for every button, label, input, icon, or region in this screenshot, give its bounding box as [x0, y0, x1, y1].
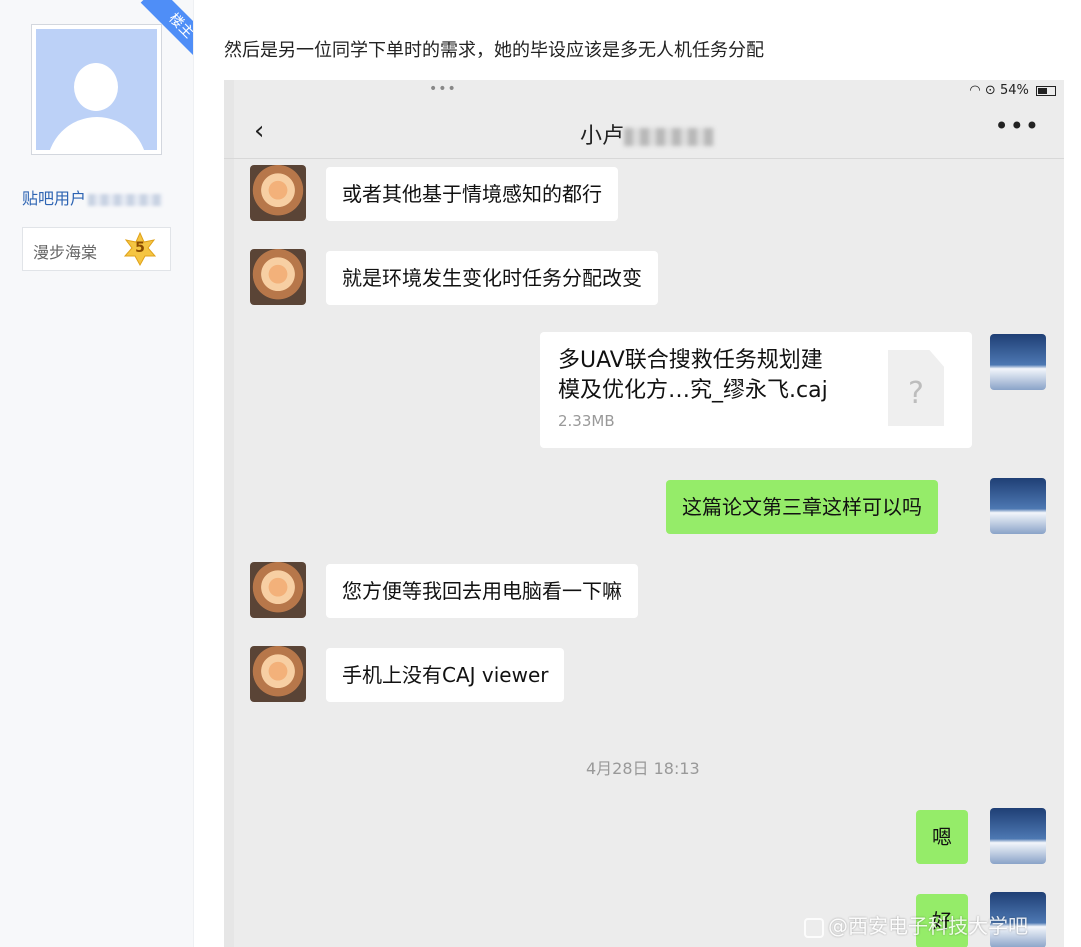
file-name: 多UAV联合搜救任务规划建 模及优化方…究_缪永飞.caj [558, 348, 828, 403]
contact-avatar [250, 646, 306, 702]
self-avatar [990, 478, 1046, 534]
chat-title: 小卢 [580, 118, 715, 150]
author-name[interactable]: 贴吧用户 [22, 185, 163, 209]
redacted-name-blur [88, 193, 163, 206]
author-panel: 楼主 贴吧用户 漫步海棠 5 [0, 0, 194, 947]
message-bubble-incoming: 您方便等我回去用电脑看一下嘛 [326, 564, 638, 618]
level-name: 漫步海棠 [33, 243, 98, 262]
back-chevron-icon: ‹ [254, 116, 265, 146]
chat-title-text: 小卢 [580, 124, 625, 149]
self-avatar [990, 334, 1046, 390]
wifi-icon: ◠ [969, 83, 981, 98]
chat-nav-bar: ‹ 小卢 ••• [224, 106, 1064, 158]
self-avatar [990, 808, 1046, 864]
status-dots: ••• [429, 81, 457, 97]
message-bubble-outgoing: 嗯 [916, 810, 968, 864]
level-star-icon: 5 [123, 231, 157, 267]
file-size: 2.33MB [558, 412, 615, 430]
message-bubble-incoming: 手机上没有CAJ viewer [326, 648, 565, 702]
more-options-icon: ••• [994, 112, 1040, 140]
file-message-card: 多UAV联合搜救任务规划建 模及优化方…究_缪永飞.caj 2.33MB ? [540, 332, 972, 448]
contact-avatar [250, 562, 306, 618]
tieba-logo-icon [804, 917, 824, 938]
lock-rotation-icon: ⊙ [984, 83, 996, 98]
message-bubble-outgoing: 这篇论文第三章这样可以吗 [666, 480, 938, 534]
level-number: 5 [135, 240, 145, 256]
contact-avatar [250, 165, 306, 221]
contact-avatar [250, 249, 306, 305]
message-bubble-incoming: 或者其他基于情境感知的都行 [326, 167, 618, 221]
post-text: 然后是另一位同学下单时的需求，她的毕设应该是多无人机任务分配 [224, 40, 764, 61]
battery-icon [1036, 85, 1056, 96]
author-name-text[interactable]: 贴吧用户 [22, 189, 86, 208]
battery-percent: 54% [999, 83, 1029, 98]
unknown-file-icon: ? [888, 350, 944, 426]
default-avatar-icon [36, 29, 157, 150]
redacted-title-blur [624, 128, 715, 146]
author-level-box[interactable]: 漫步海棠 5 [22, 227, 171, 271]
chat-screenshot-image[interactable]: ••• ◠ ⊙ 54% ‹ 小卢 ••• 或者其他基于情境感知的都行 就是环境发… [224, 80, 1064, 947]
status-indicators: ◠ ⊙ 54% [969, 83, 1056, 98]
author-avatar[interactable] [31, 24, 162, 155]
chat-timestamp: 4月28日 18:13 [586, 759, 700, 778]
phone-status-bar: ••• ◠ ⊙ 54% [224, 80, 1064, 106]
message-bubble-incoming: 就是环境发生变化时任务分配改变 [326, 251, 658, 305]
watermark: @西安电子科技大学吧 [804, 910, 1028, 939]
